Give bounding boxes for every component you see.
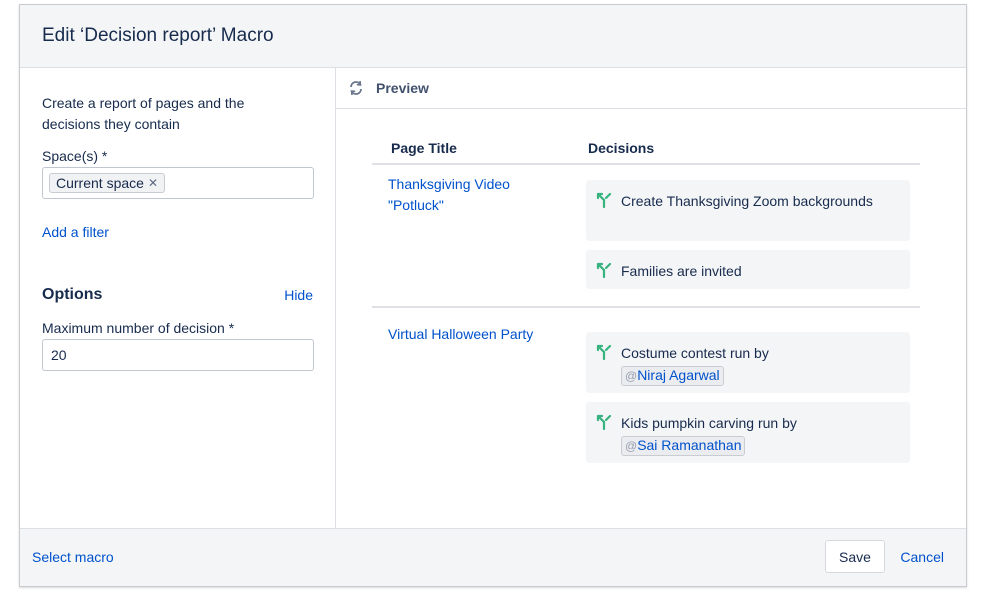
space-chip: Current space ✕	[49, 173, 165, 193]
column-header-page-title: Page Title	[391, 140, 457, 156]
dialog-header: Edit ‘Decision report’ Macro	[20, 5, 966, 68]
select-macro-link[interactable]: Select macro	[32, 549, 114, 565]
max-decisions-input[interactable]: 20	[42, 339, 314, 371]
at-sign: @	[625, 369, 638, 383]
decision-icon	[596, 414, 612, 430]
page-title-link[interactable]: Thanksgiving Video "Potluck"	[388, 174, 548, 216]
save-button[interactable]: Save	[825, 540, 885, 573]
space-chip-label: Current space	[56, 175, 144, 191]
decision-item: Create Thanksgiving Zoom backgrounds	[586, 180, 910, 241]
decision-item: Costume contest run by @Niraj Agarwal	[586, 332, 910, 393]
preview-label: Preview	[376, 80, 429, 96]
options-heading: Options	[42, 286, 103, 303]
decision-text: Kids pumpkin carving run by	[621, 415, 797, 431]
spaces-input[interactable]: Current space ✕	[42, 167, 314, 199]
decision-text: Costume contest run by	[621, 345, 769, 361]
decision-icon	[596, 344, 612, 360]
decision-icon	[596, 192, 612, 208]
user-mention[interactable]: @Sai Ramanathan	[621, 436, 746, 456]
column-header-decisions: Decisions	[588, 140, 655, 156]
preview-bar[interactable]: Preview	[336, 68, 966, 109]
cancel-link[interactable]: Cancel	[900, 549, 944, 565]
mention-name[interactable]: Sai Ramanathan	[637, 437, 741, 453]
row-divider	[372, 306, 920, 308]
decision-text: Families are invited	[621, 263, 742, 279]
page-title-link[interactable]: Virtual Halloween Party	[388, 324, 548, 345]
decision-icon	[596, 262, 612, 278]
macro-dialog: Edit ‘Decision report’ Macro Create a re…	[19, 4, 967, 587]
max-decisions-value: 20	[51, 347, 67, 363]
close-icon[interactable]: ✕	[148, 173, 158, 193]
user-mention[interactable]: @Niraj Agarwal	[621, 366, 724, 386]
hide-options-link[interactable]: Hide	[284, 287, 313, 303]
mention-name[interactable]: Niraj Agarwal	[637, 367, 719, 383]
header-divider	[372, 163, 920, 165]
macro-description: Create a report of pages and the decisio…	[42, 95, 245, 132]
max-decisions-label: Maximum number of decision *	[42, 320, 235, 336]
decision-text: Create Thanksgiving Zoom backgrounds	[621, 193, 873, 209]
refresh-icon[interactable]	[348, 80, 364, 96]
preview-panel: Preview Page Title Decisions Thanksgivin…	[336, 68, 966, 528]
add-filter-link[interactable]: Add a filter	[42, 224, 109, 240]
dialog-footer: Select macro Save Cancel	[20, 528, 966, 586]
dialog-title: Edit ‘Decision report’ Macro	[42, 25, 274, 46]
spaces-label: Space(s) *	[42, 148, 108, 164]
macro-parameters-panel: Create a report of pages and the decisio…	[20, 68, 336, 528]
decision-item: Families are invited	[586, 250, 910, 289]
at-sign: @	[625, 439, 638, 453]
decision-item: Kids pumpkin carving run by @Sai Ramanat…	[586, 402, 910, 463]
